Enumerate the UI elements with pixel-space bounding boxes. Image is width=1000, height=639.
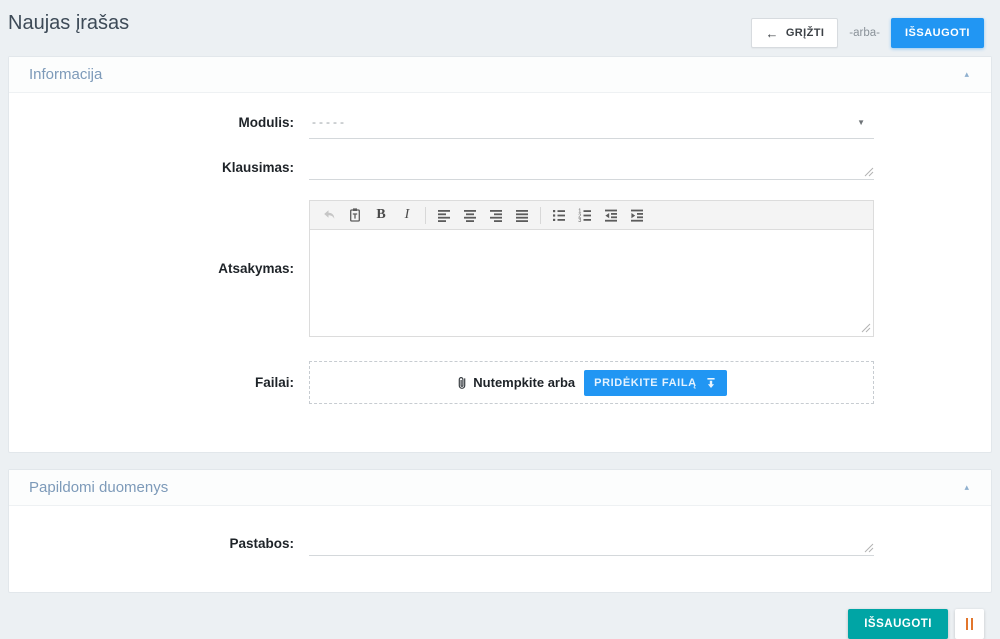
undo-icon — [321, 207, 337, 223]
pastabos-label: Pastabos: — [9, 530, 309, 551]
row-pastabos: Pastabos: — [9, 530, 991, 556]
panel-papildomi-body: Pastabos: — [9, 506, 991, 592]
row-modulis: Modulis: ----- ▼ — [9, 109, 991, 139]
svg-text:3: 3 — [578, 218, 581, 223]
pastabos-textarea[interactable] — [309, 530, 874, 555]
add-file-button[interactable]: PRIDĖKITE FAILĄ — [584, 370, 727, 396]
indent-button[interactable] — [625, 204, 649, 226]
resize-grip-icon[interactable] — [864, 167, 874, 177]
outdent-button[interactable] — [599, 204, 623, 226]
editor-content-area — [310, 230, 873, 336]
editor-toolbar: B I — [310, 201, 873, 230]
outdent-icon — [603, 207, 619, 223]
atsakymas-textarea[interactable] — [310, 230, 873, 336]
align-justify-button[interactable] — [510, 204, 534, 226]
bottom-bar: IŠSAUGOTI — [0, 609, 1000, 639]
upload-icon — [705, 377, 717, 389]
klausimas-textarea-wrap — [309, 154, 874, 180]
collapse-icon[interactable]: ▴ — [964, 70, 969, 79]
bold-button[interactable]: B — [369, 204, 393, 226]
row-failai: Failai: Nutempkite arba PRIDĖKITE FAILĄ — [9, 361, 991, 404]
undo-button[interactable] — [317, 204, 341, 226]
page-title: Naujas įrašas — [8, 12, 129, 35]
align-right-icon — [488, 207, 504, 223]
atsakymas-label: Atsakymas: — [9, 261, 309, 276]
panel-informacija-body: Modulis: ----- ▼ Klausimas: — [9, 93, 991, 452]
row-klausimas: Klausimas: — [9, 154, 991, 180]
klausimas-label: Klausimas: — [9, 154, 309, 175]
row-atsakymas: Atsakymas: B I — [9, 200, 991, 337]
unordered-list-button[interactable] — [547, 204, 571, 226]
panel-papildomi-header[interactable]: Papildomi duomenys ▴ — [9, 470, 991, 506]
align-center-icon — [462, 207, 478, 223]
paste-icon — [347, 207, 363, 223]
indent-icon — [629, 207, 645, 223]
align-left-icon — [436, 207, 452, 223]
italic-button[interactable]: I — [395, 204, 419, 226]
align-justify-icon — [514, 207, 530, 223]
modulis-select[interactable]: ----- ▼ — [309, 109, 874, 139]
panel-informacija-title: Informacija — [29, 66, 102, 83]
or-separator-text: -arba- — [849, 27, 880, 39]
top-actions: ← GRĮŽTI -arba- IŠSAUGOTI — [751, 18, 984, 48]
ordered-list-button[interactable]: 123 — [573, 204, 597, 226]
add-file-button-label: PRIDĖKITE FAILĄ — [594, 377, 697, 389]
toolbar-separator — [540, 207, 541, 224]
bold-icon: B — [376, 207, 385, 223]
modulis-select-value: ----- — [312, 115, 347, 129]
pause-icon — [966, 618, 968, 630]
unordered-list-icon — [551, 207, 567, 223]
back-button-label: GRĮŽTI — [786, 27, 824, 39]
panel-informacija-header[interactable]: Informacija ▴ — [9, 57, 991, 93]
paste-text-button[interactable] — [343, 204, 367, 226]
back-button[interactable]: ← GRĮŽTI — [751, 18, 838, 48]
chevron-down-icon: ▼ — [857, 118, 871, 127]
modulis-label: Modulis: — [9, 109, 309, 130]
dropzone-text: Nutempkite arba — [473, 375, 575, 390]
save-button-bottom[interactable]: IŠSAUGOTI — [848, 609, 948, 639]
klausimas-textarea[interactable] — [309, 154, 874, 179]
back-arrow-icon: ← — [765, 29, 778, 38]
panel-informacija: Informacija ▴ Modulis: ----- ▼ Klausimas… — [8, 56, 992, 453]
align-left-button[interactable] — [432, 204, 456, 226]
rich-text-editor: B I — [309, 200, 874, 337]
panel-papildomi: Papildomi duomenys ▴ Pastabos: — [8, 469, 992, 593]
resize-grip-icon[interactable] — [864, 543, 874, 553]
pause-icon — [971, 618, 973, 630]
pause-button[interactable] — [955, 609, 984, 639]
resize-grip-icon[interactable] — [861, 323, 871, 333]
paperclip-icon — [456, 375, 468, 391]
italic-icon: I — [405, 207, 410, 223]
save-button-top[interactable]: IŠSAUGOTI — [891, 18, 984, 48]
ordered-list-icon: 123 — [577, 207, 593, 223]
failai-label: Failai: — [9, 375, 309, 390]
align-right-button[interactable] — [484, 204, 508, 226]
align-center-button[interactable] — [458, 204, 482, 226]
toolbar-separator — [425, 207, 426, 224]
panel-papildomi-title: Papildomi duomenys — [29, 479, 168, 496]
file-dropzone[interactable]: Nutempkite arba PRIDĖKITE FAILĄ — [309, 361, 874, 404]
pastabos-textarea-wrap — [309, 530, 874, 556]
collapse-icon[interactable]: ▴ — [964, 483, 969, 492]
top-bar: Naujas įrašas ← GRĮŽTI -arba- IŠSAUGOTI — [0, 0, 1000, 56]
